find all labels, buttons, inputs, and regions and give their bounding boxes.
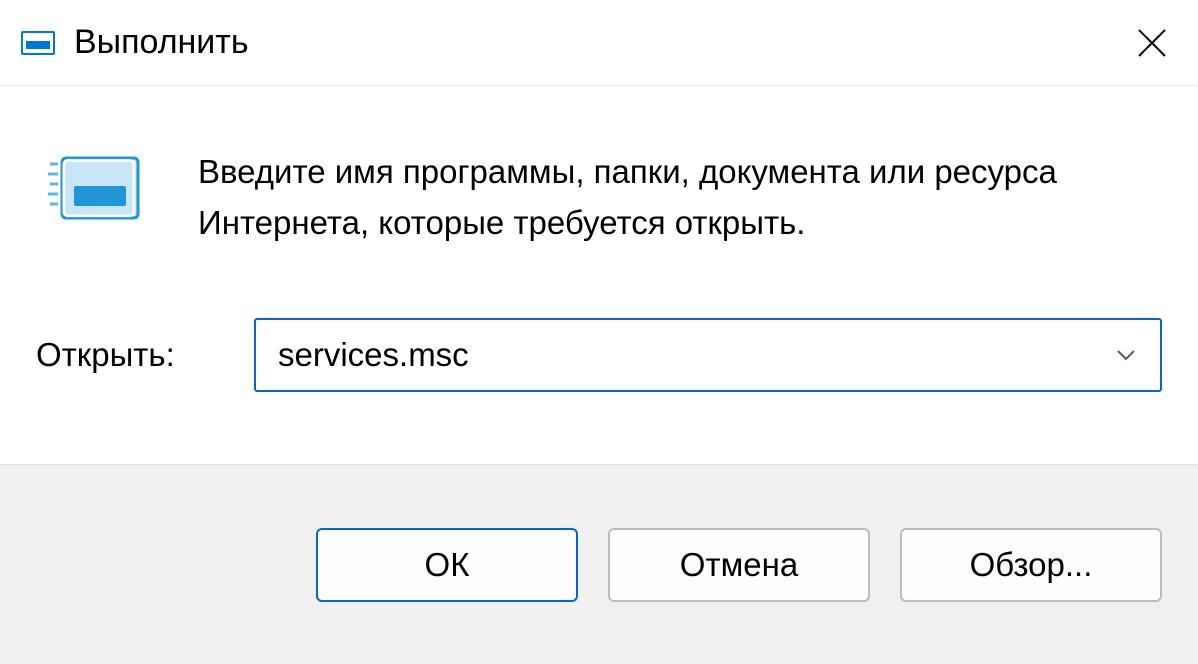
dialog-content: Введите имя программы, папки, документа … — [0, 86, 1198, 432]
dialog-description: Введите имя программы, папки, документа … — [198, 146, 1098, 248]
dialog-footer: ОК Отмена Обзор... — [0, 464, 1198, 664]
open-label: Открыть: — [36, 336, 196, 374]
close-icon — [1137, 28, 1167, 58]
description-row: Введите имя программы, папки, документа … — [36, 146, 1162, 248]
open-combobox[interactable] — [254, 318, 1162, 392]
chevron-down-icon[interactable] — [1114, 343, 1138, 367]
window-title: Выполнить — [74, 23, 249, 62]
open-input[interactable] — [278, 336, 1114, 374]
ok-button[interactable]: ОК — [316, 528, 578, 602]
cancel-button[interactable]: Отмена — [608, 528, 870, 602]
run-dialog-icon — [48, 152, 142, 224]
open-row: Открыть: — [36, 318, 1162, 392]
titlebar: Выполнить — [0, 0, 1198, 86]
run-titlebar-icon — [20, 28, 56, 58]
browse-button[interactable]: Обзор... — [900, 528, 1162, 602]
close-button[interactable] — [1130, 21, 1174, 65]
titlebar-left: Выполнить — [20, 23, 249, 62]
